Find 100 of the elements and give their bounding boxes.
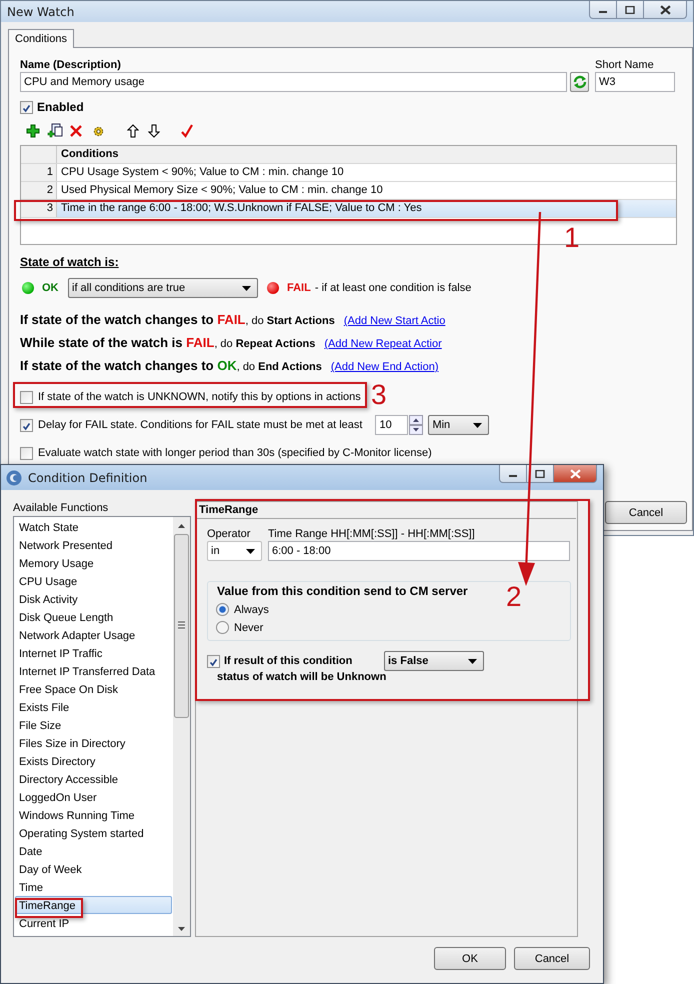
list-item[interactable]: Directory Accessible xyxy=(15,770,172,788)
maximize-button[interactable] xyxy=(617,1,644,19)
window-title: New Watch xyxy=(7,4,74,18)
close-button[interactable] xyxy=(554,465,597,483)
checkbox-label: status of watch will be Unknown xyxy=(217,671,388,683)
table-cell-text: Used Physical Memory Size < 90%; Value to CM : min. change 10 xyxy=(60,183,384,198)
callout-number: 2 xyxy=(506,583,522,611)
copy-icon[interactable] xyxy=(47,123,63,139)
list-label: Available Functions xyxy=(13,501,110,515)
list-item[interactable]: Disk Queue Length xyxy=(15,608,172,626)
list-item[interactable]: Date xyxy=(15,842,172,860)
result-dropdown[interactable]: is False xyxy=(384,651,484,671)
delay-field[interactable]: 10 xyxy=(375,415,408,435)
list-item[interactable]: CPU Usage xyxy=(15,572,172,590)
refresh-icon xyxy=(572,75,586,89)
list-item[interactable]: Exists Directory xyxy=(15,752,172,770)
list-item[interactable]: Network Adapter Usage xyxy=(15,626,172,644)
caret-icon xyxy=(468,658,477,664)
table-row[interactable]: 1 CPU Usage System < 90%; Value to CM : min. change 10 xyxy=(21,164,676,182)
field-label: Name (Description) xyxy=(20,59,122,71)
maximize-icon xyxy=(625,6,635,14)
section-heading: State of watch is: xyxy=(20,255,120,269)
list-item[interactable]: LoggedOn User xyxy=(15,788,172,806)
checkbox[interactable] xyxy=(20,418,33,432)
field-label: Time Range HH[:MM[:SS]] - HH[:MM[:SS]] xyxy=(268,527,476,541)
close-button[interactable] xyxy=(644,1,687,19)
list-item[interactable]: Files Size in Directory xyxy=(15,734,172,752)
checkbox[interactable] xyxy=(20,390,33,404)
check-icon[interactable] xyxy=(181,124,193,138)
list-item[interactable]: File Size xyxy=(15,716,172,734)
checkbox-label: If state of the watch is UNKNOWN, notify this by options in actions xyxy=(38,391,361,403)
add-icon[interactable] xyxy=(26,124,40,138)
list-item[interactable]: Day of Week xyxy=(15,860,172,878)
close-icon xyxy=(570,468,580,478)
checkbox[interactable] xyxy=(207,654,220,668)
window-title: Condition Definition xyxy=(28,470,148,484)
checkbox-label: Enabled xyxy=(37,100,84,114)
field-label: Short Name xyxy=(595,59,655,71)
list-item[interactable]: Time xyxy=(15,878,172,896)
callout-number: 1 xyxy=(564,224,580,252)
ok-button[interactable]: OK xyxy=(434,947,506,970)
caret-icon xyxy=(242,286,251,290)
radio-button[interactable] xyxy=(216,621,229,634)
gear-icon[interactable] xyxy=(92,124,105,138)
field-label: Operator xyxy=(207,527,252,541)
add-action-link[interactable]: (Add New Start Actio xyxy=(344,315,446,327)
table-row[interactable]: 2 Used Physical Memory Size < 90%; Value to CM : min. change 10 xyxy=(21,182,676,200)
list-item[interactable]: Disk Activity xyxy=(15,590,172,608)
refresh-button[interactable] xyxy=(570,72,589,92)
list-item[interactable]: Windows Running Time xyxy=(15,806,172,824)
action-rule-text: While state of the watch is FAIL, do Repeat Actions xyxy=(20,335,316,350)
maximize-button[interactable] xyxy=(527,465,554,483)
checkbox-label: Delay for FAIL state. Conditions for FAIL state must be met at least xyxy=(38,419,362,431)
row-number: 2 xyxy=(21,182,57,199)
add-action-link[interactable]: (Add New Repeat Actior xyxy=(324,338,442,350)
highlight-frame xyxy=(15,898,83,918)
add-action-link[interactable]: (Add New End Action) xyxy=(330,361,438,373)
up-arrow-icon[interactable] xyxy=(127,124,139,138)
spin-buttons-icon[interactable] xyxy=(409,415,424,435)
close-icon xyxy=(660,4,670,14)
table-cell-text: CPU Usage System < 90%; Value to CM : min. change 10 xyxy=(60,165,345,180)
radio-label: Always xyxy=(234,604,269,616)
fail-status-icon xyxy=(267,282,279,294)
delete-icon[interactable] xyxy=(70,125,82,137)
cancel-button[interactable]: Cancel xyxy=(514,947,590,970)
list-item[interactable]: Internet IP Transferred Data xyxy=(15,662,172,680)
list-item[interactable]: Current IP xyxy=(15,914,172,932)
short-name-field[interactable]: W3 xyxy=(595,72,675,92)
fail-description: - if at least one condition is false xyxy=(314,282,472,294)
checkbox[interactable] xyxy=(20,100,33,114)
list-item[interactable]: Internet IP Traffic xyxy=(15,644,172,662)
list-item[interactable]: Memory Usage xyxy=(15,554,172,572)
fail-label: FAIL xyxy=(287,282,311,294)
list-item[interactable]: Exists File xyxy=(15,698,172,716)
minimize-button[interactable] xyxy=(499,465,527,483)
checkbox[interactable] xyxy=(20,446,33,460)
ok-label: OK xyxy=(42,282,60,294)
time-range-field[interactable]: 6:00 - 18:00 xyxy=(268,541,570,561)
cancel-button[interactable]: Cancel xyxy=(605,501,687,524)
maximize-icon xyxy=(535,470,545,478)
minimize-button[interactable] xyxy=(589,1,617,19)
header-cell xyxy=(21,146,57,163)
column-header: Conditions xyxy=(57,146,676,163)
operator-dropdown[interactable]: in xyxy=(207,541,262,561)
group-title: Value from this condition send to CM server xyxy=(217,584,468,598)
list-item[interactable]: Watch State xyxy=(15,518,172,536)
callout-number: 3 xyxy=(371,381,387,409)
condition-dropdown[interactable]: if all conditions are true xyxy=(68,278,258,298)
name-field[interactable]: CPU and Memory usage xyxy=(20,72,567,92)
app-icon xyxy=(6,470,22,486)
down-arrow-icon[interactable] xyxy=(148,124,160,138)
list-item[interactable]: Network Presented xyxy=(15,536,172,554)
action-rule-text: If state of the watch changes to OK, do End Actions xyxy=(20,358,322,373)
radio-button[interactable] xyxy=(216,603,229,616)
unit-dropdown[interactable]: Min xyxy=(428,415,490,435)
list-item[interactable]: Free Space On Disk xyxy=(15,680,172,698)
tab[interactable]: Conditions xyxy=(8,29,74,48)
list-item[interactable]: TimeRange xyxy=(15,896,172,914)
list-item[interactable]: Operating System started xyxy=(15,824,172,842)
ok-status-icon xyxy=(22,282,34,294)
